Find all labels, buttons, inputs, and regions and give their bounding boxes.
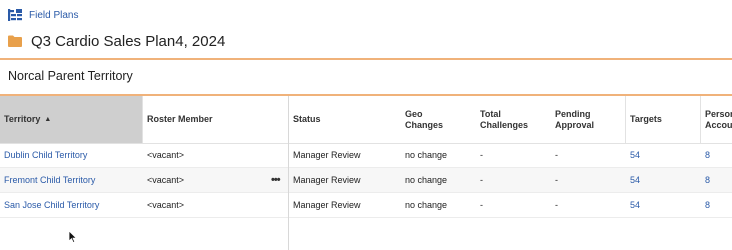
pending-approval-cell: - bbox=[555, 150, 558, 160]
status-cell: Manager Review bbox=[293, 150, 361, 160]
territory-link[interactable]: Dublin Child Territory bbox=[0, 143, 142, 167]
mouse-pointer-icon bbox=[68, 230, 78, 244]
table-row[interactable]: San Jose Child Territory <vacant> Manage… bbox=[0, 193, 732, 218]
section-title: Norcal Parent Territory bbox=[8, 69, 133, 83]
hierarchy-icon bbox=[8, 9, 22, 21]
territory-link[interactable]: San Jose Child Territory bbox=[0, 193, 142, 217]
territory-grid: Territory ▲ Roster Member Status Geo Cha… bbox=[0, 96, 732, 250]
pending-approval-cell: - bbox=[555, 200, 558, 210]
pending-approval-cell: - bbox=[555, 175, 558, 185]
geo-changes-cell: no change bbox=[405, 200, 448, 210]
header-row-border bbox=[0, 96, 732, 144]
frozen-column-divider bbox=[288, 96, 289, 250]
page-header: Q3 Cardio Sales Plan4, 2024 bbox=[8, 30, 225, 52]
breadcrumb-field-plans-link[interactable]: Field Plans bbox=[29, 10, 78, 21]
person-accounts-link[interactable]: 8 bbox=[701, 168, 732, 192]
status-cell: Manager Review bbox=[293, 175, 361, 185]
targets-link[interactable]: 54 bbox=[626, 168, 701, 192]
targets-link[interactable]: 54 bbox=[626, 193, 701, 217]
column-divider bbox=[625, 96, 626, 143]
table-row[interactable]: Dublin Child Territory <vacant> Manager … bbox=[0, 143, 732, 168]
page-title: Q3 Cardio Sales Plan4, 2024 bbox=[31, 32, 226, 50]
targets-link[interactable]: 54 bbox=[626, 143, 701, 167]
header-divider bbox=[0, 58, 732, 60]
total-challenges-cell: - bbox=[480, 175, 483, 185]
territory-link[interactable]: Fremont Child Territory bbox=[0, 168, 142, 192]
roster-member-cell: <vacant> bbox=[147, 200, 185, 210]
breadcrumb[interactable]: Field Plans bbox=[8, 7, 78, 23]
roster-member-cell: <vacant> bbox=[147, 175, 185, 185]
folder-icon bbox=[8, 35, 22, 47]
column-divider bbox=[142, 96, 143, 143]
total-challenges-cell: - bbox=[480, 200, 483, 210]
geo-changes-cell: no change bbox=[405, 150, 448, 160]
person-accounts-link[interactable]: 8 bbox=[701, 143, 732, 167]
column-divider bbox=[700, 96, 701, 143]
status-cell: Manager Review bbox=[293, 200, 361, 210]
total-challenges-cell: - bbox=[480, 150, 483, 160]
person-accounts-link[interactable]: 8 bbox=[701, 193, 732, 217]
table-row[interactable]: Fremont Child Territory <vacant> ••• Man… bbox=[0, 168, 732, 193]
geo-changes-cell: no change bbox=[405, 175, 448, 185]
more-actions-icon[interactable]: ••• bbox=[271, 174, 281, 186]
roster-member-cell: <vacant> bbox=[147, 150, 185, 160]
